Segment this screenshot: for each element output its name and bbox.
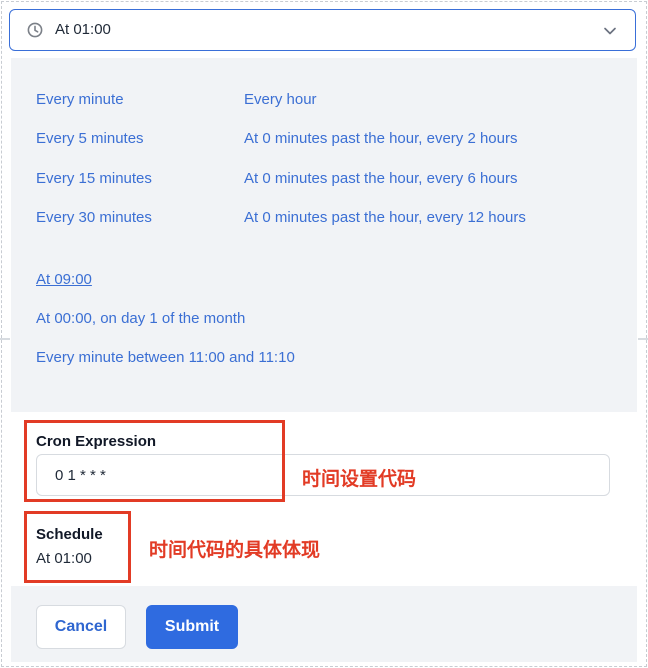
clock-icon (27, 22, 43, 38)
schedule-label: Schedule (36, 526, 103, 543)
schedule-value: At 01:00 (36, 550, 92, 567)
option-every-2-hours[interactable]: At 0 minutes past the hour, every 2 hour… (244, 130, 518, 147)
option-every-5-minutes[interactable]: Every 5 minutes (36, 130, 144, 147)
submit-button[interactable]: Submit (146, 605, 238, 649)
option-every-hour[interactable]: Every hour (244, 91, 317, 108)
left-edge-tick (0, 338, 10, 340)
cron-expression-label: Cron Expression (36, 433, 157, 450)
schedule-annotation-text: 时间代码的具体体现 (149, 539, 321, 561)
schedule-select[interactable]: At 01:00 (9, 9, 636, 51)
chevron-down-icon[interactable] (603, 24, 617, 38)
option-every-12-hours[interactable]: At 0 minutes past the hour, every 12 hou… (244, 209, 526, 226)
option-minute-range[interactable]: Every minute between 11:00 and 11:10 (36, 349, 295, 366)
option-every-minute[interactable]: Every minute (36, 91, 124, 108)
select-value: At 01:00 (55, 21, 111, 38)
option-every-30-minutes[interactable]: Every 30 minutes (36, 209, 152, 226)
option-every-15-minutes[interactable]: Every 15 minutes (36, 170, 152, 187)
cancel-button[interactable]: Cancel (36, 605, 126, 649)
right-edge-tick (638, 338, 648, 340)
option-every-6-hours[interactable]: At 0 minutes past the hour, every 6 hour… (244, 170, 518, 187)
option-monthly[interactable]: At 00:00, on day 1 of the month (36, 310, 245, 327)
cron-annotation-text: 时间设置代码 (302, 468, 417, 490)
option-at-0900[interactable]: At 09:00 (36, 271, 92, 288)
